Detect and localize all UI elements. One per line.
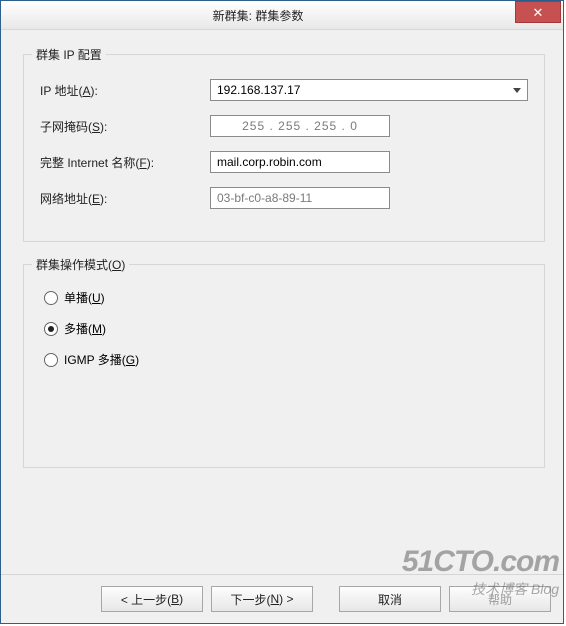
label-network-address: 网络地址(E): (40, 190, 210, 207)
chevron-down-icon (513, 88, 521, 93)
radio-icon (44, 322, 58, 336)
dialog-body: 群集 IP 配置 IP 地址(A): 192.168.137.17 子网掩码(S… (1, 30, 563, 574)
radio-multicast[interactable]: 多播(M) (44, 320, 528, 337)
ip-address-combobox[interactable]: 192.168.137.17 (210, 79, 528, 101)
full-internet-name-field[interactable]: mail.corp.robin.com (210, 151, 390, 173)
window-title: 新群集: 群集参数 (1, 7, 515, 24)
network-address-field: 03-bf-c0-a8-89-11 (210, 187, 390, 209)
row-subnet-mask: 子网掩码(S): 255 . 255 . 255 . 0 (40, 115, 528, 137)
group-ip-legend: 群集 IP 配置 (32, 46, 106, 63)
row-network-address: 网络地址(E): 03-bf-c0-a8-89-11 (40, 187, 528, 209)
radio-igmp-label: IGMP 多播(G) (64, 351, 139, 368)
subnet-mask-field: 255 . 255 . 255 . 0 (210, 115, 390, 137)
network-address-value: 03-bf-c0-a8-89-11 (217, 191, 312, 205)
radio-icon (44, 353, 58, 367)
subnet-mask-value: 255 . 255 . 255 . 0 (242, 119, 358, 133)
group-cluster-operation-mode: 群集操作模式(O) 单播(U) 多播(M) IGMP 多播(G) (23, 264, 545, 468)
label-subnet-mask: 子网掩码(S): (40, 118, 210, 135)
dialog-footer: < 上一步(B) 下一步(N) > 取消 帮助 (1, 574, 563, 623)
row-full-internet-name: 完整 Internet 名称(F): mail.corp.robin.com (40, 151, 528, 173)
next-button[interactable]: 下一步(N) > (211, 586, 313, 612)
radio-igmp-multicast[interactable]: IGMP 多播(G) (44, 351, 528, 368)
radio-multicast-label: 多播(M) (64, 320, 106, 337)
ip-address-value: 192.168.137.17 (217, 83, 300, 97)
group-mode-legend: 群集操作模式(O) (32, 256, 129, 273)
radio-unicast[interactable]: 单播(U) (44, 289, 528, 306)
titlebar: 新群集: 群集参数 ✕ (1, 1, 563, 30)
back-button[interactable]: < 上一步(B) (101, 586, 203, 612)
close-icon: ✕ (533, 6, 544, 19)
label-full-internet-name: 完整 Internet 名称(F): (40, 154, 210, 171)
cancel-button[interactable]: 取消 (339, 586, 441, 612)
radio-unicast-label: 单播(U) (64, 289, 105, 306)
close-button[interactable]: ✕ (515, 1, 561, 23)
full-internet-name-value: mail.corp.robin.com (217, 155, 322, 169)
row-ip-address: IP 地址(A): 192.168.137.17 (40, 79, 528, 101)
group-cluster-ip-config: 群集 IP 配置 IP 地址(A): 192.168.137.17 子网掩码(S… (23, 54, 545, 242)
dialog-window: 新群集: 群集参数 ✕ 群集 IP 配置 IP 地址(A): 192.168.1… (0, 0, 564, 624)
label-ip-address: IP 地址(A): (40, 82, 210, 99)
radio-icon (44, 291, 58, 305)
help-button[interactable]: 帮助 (449, 586, 551, 612)
